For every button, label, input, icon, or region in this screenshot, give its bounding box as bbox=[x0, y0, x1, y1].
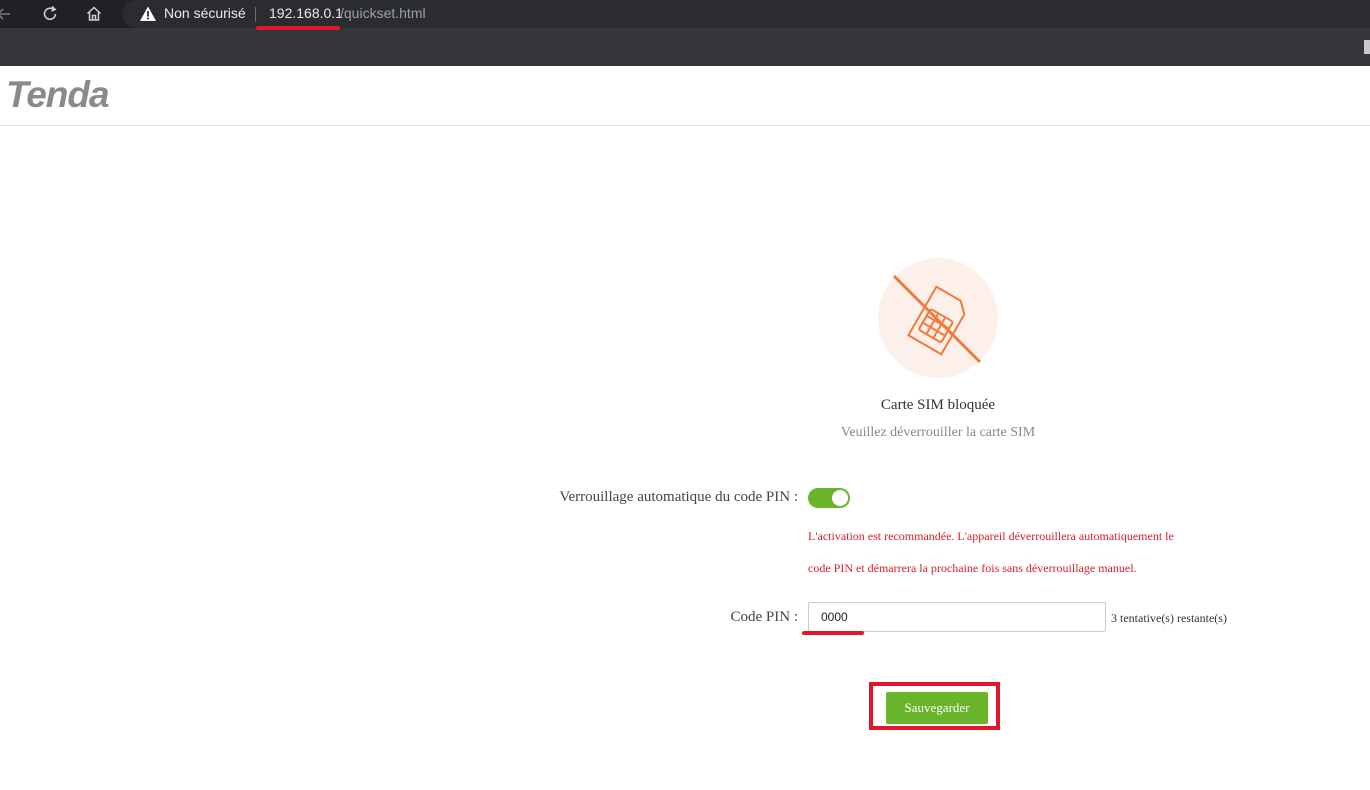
sim-status-subtitle: Veuillez déverrouiller la carte SIM bbox=[840, 425, 1036, 440]
auto-pin-label: Verrouillage automatique du code PIN : bbox=[559, 489, 798, 505]
warning-icon[interactable] bbox=[139, 5, 157, 23]
header-divider bbox=[0, 125, 1370, 126]
reload-icon[interactable] bbox=[40, 4, 60, 24]
pin-highlight-underline bbox=[802, 631, 864, 635]
sim-status-title: Carte SIM bloquée bbox=[880, 397, 996, 413]
security-status[interactable]: Non sécurisé bbox=[164, 5, 246, 21]
sim-locked-icon bbox=[892, 274, 982, 364]
url-host[interactable]: 192.168.0.1 bbox=[269, 5, 343, 21]
save-button[interactable]: Sauvegarder bbox=[886, 692, 988, 724]
url-highlight-underline bbox=[256, 26, 340, 30]
tenda-logo: Tenda bbox=[6, 74, 110, 115]
home-icon[interactable] bbox=[84, 4, 104, 24]
pin-code-input[interactable] bbox=[808, 602, 1106, 632]
back-arrow-icon[interactable] bbox=[0, 4, 14, 24]
address-separator bbox=[255, 7, 256, 22]
browser-toolbar bbox=[0, 28, 1370, 66]
url-path[interactable]: /quickset.html bbox=[340, 5, 426, 21]
scrollbar[interactable] bbox=[1364, 40, 1370, 54]
auto-pin-toggle[interactable] bbox=[808, 488, 850, 508]
toggle-knob bbox=[832, 490, 848, 506]
auto-pin-hint-line-2: code PIN et démarrera la prochaine fois … bbox=[808, 561, 1137, 575]
auto-pin-hint-line-1: L'activation est recommandée. L'appareil… bbox=[808, 529, 1174, 543]
attempts-remaining: 3 tentative(s) restante(s) bbox=[1111, 611, 1227, 625]
pin-code-label: Code PIN : bbox=[730, 609, 799, 625]
